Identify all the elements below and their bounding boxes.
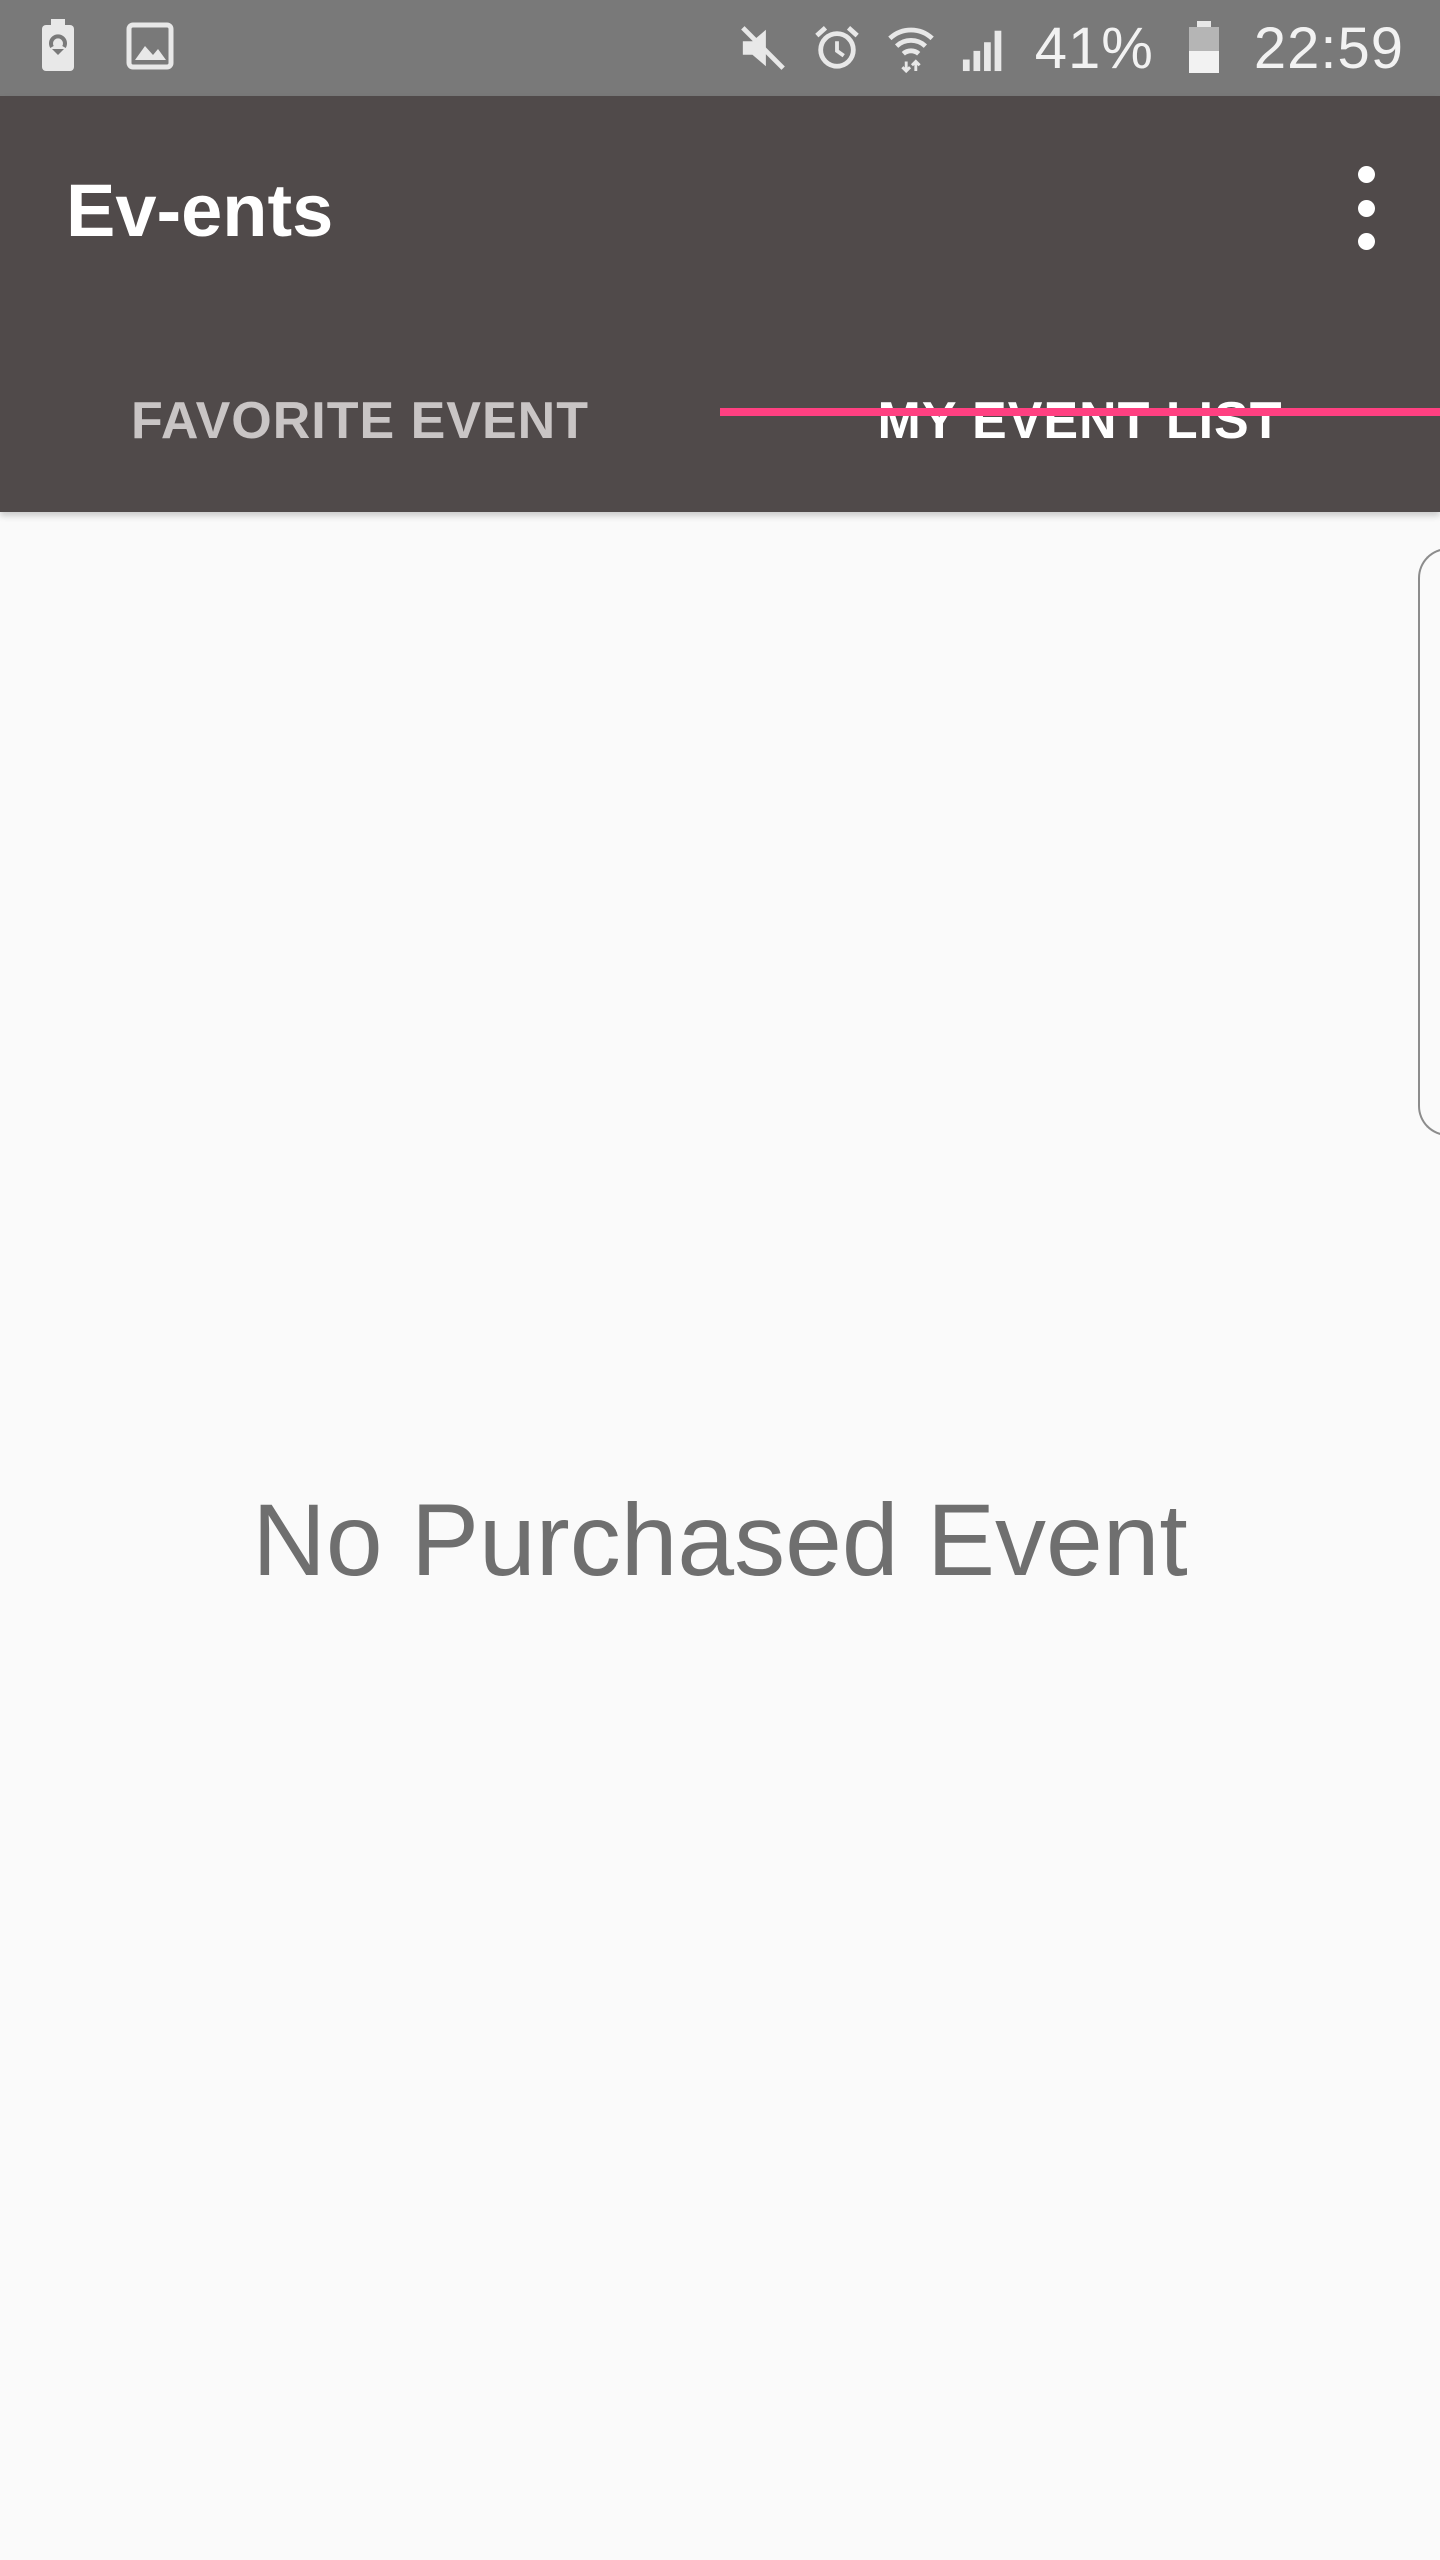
tab-label: MY EVENT LIST	[877, 392, 1283, 450]
tab-label: FAVORITE EVENT	[131, 392, 589, 450]
more-options-button[interactable]	[1338, 166, 1394, 250]
alarm-icon	[813, 20, 861, 76]
clock: 22:59	[1253, 15, 1404, 81]
mute-icon	[739, 20, 787, 76]
wifi-icon	[887, 20, 935, 76]
app-bar: Ev-ents FAVORITE EVENT MY EVENT LIST	[0, 96, 1440, 512]
battery-icon	[1180, 20, 1228, 76]
content-area: No Purchased Event	[0, 512, 1440, 2560]
tab-bar: FAVORITE EVENT MY EVENT LIST	[0, 330, 1440, 512]
app-title: Ev-ents	[66, 169, 334, 252]
tab-favorite-event[interactable]: FAVORITE EVENT	[0, 330, 720, 512]
tab-indicator	[720, 408, 1440, 416]
battery-percent: 41%	[1034, 15, 1154, 81]
battery-saver-icon	[34, 18, 82, 74]
edge-panel-handle[interactable]	[1418, 548, 1440, 1136]
empty-state-message: No Purchased Event	[252, 1483, 1188, 1597]
tab-my-event-list[interactable]: MY EVENT LIST	[720, 330, 1440, 512]
signal-icon	[961, 20, 1009, 76]
status-bar: 41% 22:59	[0, 0, 1440, 96]
image-icon	[126, 18, 174, 74]
more-vert-icon	[1357, 166, 1375, 183]
